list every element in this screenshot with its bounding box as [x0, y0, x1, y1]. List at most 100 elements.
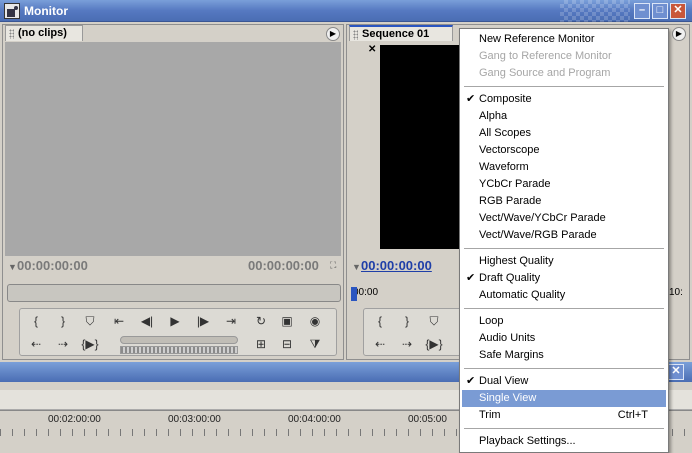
tab-sequence-label: Sequence 01 [362, 28, 430, 40]
export-frame-icon[interactable]: ⧩ [304, 335, 326, 353]
menu-separator [464, 248, 664, 249]
menu-item-highest-quality[interactable]: Highest Quality [462, 253, 666, 270]
menu-item-label: All Scopes [479, 127, 531, 139]
checkmark-icon: ✔ [466, 272, 476, 284]
menu-item-audio-units[interactable]: Audio Units [462, 330, 666, 347]
jog-disk[interactable] [120, 346, 238, 354]
mark-out-icon[interactable]: } [396, 312, 418, 330]
overlay-icon[interactable]: ⊟ [276, 335, 298, 353]
menu-item-vect-wave-ycbcr-parade[interactable]: Vect/Wave/YCbCr Parade [462, 210, 666, 227]
panel-menu-icon[interactable]: ▶ [326, 27, 340, 41]
shuttle-slider[interactable] [120, 336, 238, 344]
play-icon[interactable]: ▶ [164, 312, 186, 330]
menu-separator [464, 428, 664, 429]
program-current-timecode[interactable]: 00:00:00:00 [361, 258, 432, 273]
menu-item-dual-view[interactable]: ✔ Dual View [462, 373, 666, 390]
go-to-next-marker-icon[interactable]: ⇢ [52, 335, 74, 353]
menu-item-ycbcr-parade[interactable]: YCbCr Parade [462, 176, 666, 193]
menu-item-safe-margins[interactable]: Safe Margins [462, 347, 666, 364]
loop-icon[interactable]: ↻ [250, 312, 272, 330]
go-to-previous-marker-icon[interactable]: ⇠ [25, 335, 47, 353]
set-marker-icon[interactable]: ⛉ [79, 312, 101, 330]
menu-item-label: Alpha [479, 110, 508, 122]
menu-item-alpha[interactable]: Alpha [462, 108, 666, 125]
step-forward-icon[interactable]: |▶ [192, 312, 214, 330]
source-current-timecode[interactable]: 00:00:00:00 [17, 258, 88, 273]
ruler-label: 00:02:00:00 [48, 414, 101, 425]
source-duration-timecode: 00:00:00:00 [248, 258, 319, 273]
panel-menu-icon[interactable]: ▶ [672, 27, 686, 41]
menu-item-label: RGB Parade [479, 195, 542, 207]
grip-icon [353, 30, 358, 40]
menu-separator [464, 308, 664, 309]
menu-item-label: Composite [479, 93, 532, 105]
menu-item-vect-wave-rgb-parade[interactable]: Vect/Wave/RGB Parade [462, 227, 666, 244]
program-controls: { } ⛉ ⇠ ⇢ {▶} [363, 308, 463, 356]
ruler-label: 00:03:00:00 [168, 414, 221, 425]
menu-item-all-scopes[interactable]: All Scopes [462, 125, 666, 142]
set-marker-icon[interactable]: ⛉ [423, 312, 445, 330]
title-decoration [560, 0, 630, 22]
go-to-previous-marker-icon[interactable]: ⇠ [369, 335, 391, 353]
close-tab-icon[interactable]: ✕ [368, 42, 376, 57]
grip-icon [9, 29, 14, 39]
menu-item-new-reference-monitor[interactable]: New Reference Monitor [462, 31, 666, 48]
output-icon[interactable]: ◉ [304, 312, 326, 330]
ruler-label: 00:05:00 [408, 414, 447, 425]
menu-item-composite[interactable]: ✔ Composite [462, 91, 666, 108]
menu-item-trim[interactable]: Trim Ctrl+T [462, 407, 666, 424]
maximize-button[interactable]: □ [652, 3, 668, 19]
menu-item-label: Gang to Reference Monitor [479, 50, 612, 62]
zoom-icon[interactable]: ⛶ [330, 260, 336, 271]
menu-item-rgb-parade[interactable]: RGB Parade [462, 193, 666, 210]
menu-item-label: Dual View [479, 375, 529, 387]
menu-item-single-view[interactable]: Single View [462, 390, 666, 407]
menu-item-waveform[interactable]: Waveform [462, 159, 666, 176]
minimize-button[interactable]: – [634, 3, 650, 19]
tab-sequence[interactable]: Sequence 01 ✕ [349, 25, 453, 55]
menu-item-label: Vect/Wave/RGB Parade [479, 229, 597, 241]
menu-item-draft-quality[interactable]: ✔ Draft Quality [462, 270, 666, 287]
insert-icon[interactable]: ⊞ [250, 335, 272, 353]
checkmark-icon: ✔ [466, 93, 476, 105]
menu-item-label: Trim [479, 409, 501, 421]
menu-item-label: Gang Source and Program [479, 67, 611, 79]
menu-item-loop[interactable]: Loop [462, 313, 666, 330]
mark-in-icon[interactable]: { [25, 312, 47, 330]
go-to-in-icon[interactable]: ⇤ [108, 312, 130, 330]
menu-item-label: New Reference Monitor [479, 33, 595, 45]
menu-item-label: Loop [479, 315, 504, 327]
tab-source[interactable]: (no clips) [5, 25, 83, 41]
play-in-to-out-icon[interactable]: {▶} [79, 335, 101, 353]
window-title: Monitor [24, 4, 68, 18]
mark-out-icon[interactable]: } [52, 312, 74, 330]
tab-source-label: (no clips) [18, 27, 67, 39]
go-to-out-icon[interactable]: ⇥ [220, 312, 242, 330]
go-to-next-marker-icon[interactable]: ⇢ [396, 335, 418, 353]
menu-item-automatic-quality[interactable]: Automatic Quality [462, 287, 666, 304]
timecode-triangle-icon: ▼ [352, 262, 361, 272]
menu-item-gang-source-and-program[interactable]: Gang Source and Program [462, 65, 666, 82]
menu-item-label: Safe Margins [479, 349, 544, 361]
menu-item-vectorscope[interactable]: Vectorscope [462, 142, 666, 159]
play-in-to-out-icon[interactable]: {▶} [423, 335, 445, 353]
mark-in-icon[interactable]: { [369, 312, 391, 330]
ruler-label: 00:04:00:00 [288, 414, 341, 425]
menu-item-gang-to-reference-monitor[interactable]: Gang to Reference Monitor [462, 48, 666, 65]
safe-margins-icon[interactable]: ▣ [276, 312, 298, 330]
menu-item-shortcut: Ctrl+T [617, 409, 648, 421]
menu-item-label: YCbCr Parade [479, 178, 551, 190]
source-video-area [5, 42, 341, 256]
close-button[interactable]: ✕ [670, 3, 686, 19]
menu-item-label: Vect/Wave/YCbCr Parade [479, 212, 606, 224]
source-scrub-bar[interactable] [7, 284, 341, 302]
menu-item-label: Draft Quality [479, 272, 541, 284]
step-back-icon[interactable]: ◀| [136, 312, 158, 330]
playhead[interactable] [351, 287, 357, 301]
timecode-triangle-icon: ▼ [8, 262, 17, 272]
source-controls: { } ⛉ ⇤ ◀| ▶ |▶ ⇥ ↻ ▣ ◉ ⇠ ⇢ {▶} ⊞ ⊟ ⧩ [19, 308, 337, 356]
menu-item-playback-settings[interactable]: Playback Settings... [462, 433, 666, 450]
menu-item-label: Automatic Quality [479, 289, 566, 301]
source-monitor-panel: (no clips) ▶ ▼ 00:00:00:00 00:00:00:00 ⛶… [2, 24, 344, 360]
timeline-close-button[interactable]: ✕ [668, 364, 684, 380]
